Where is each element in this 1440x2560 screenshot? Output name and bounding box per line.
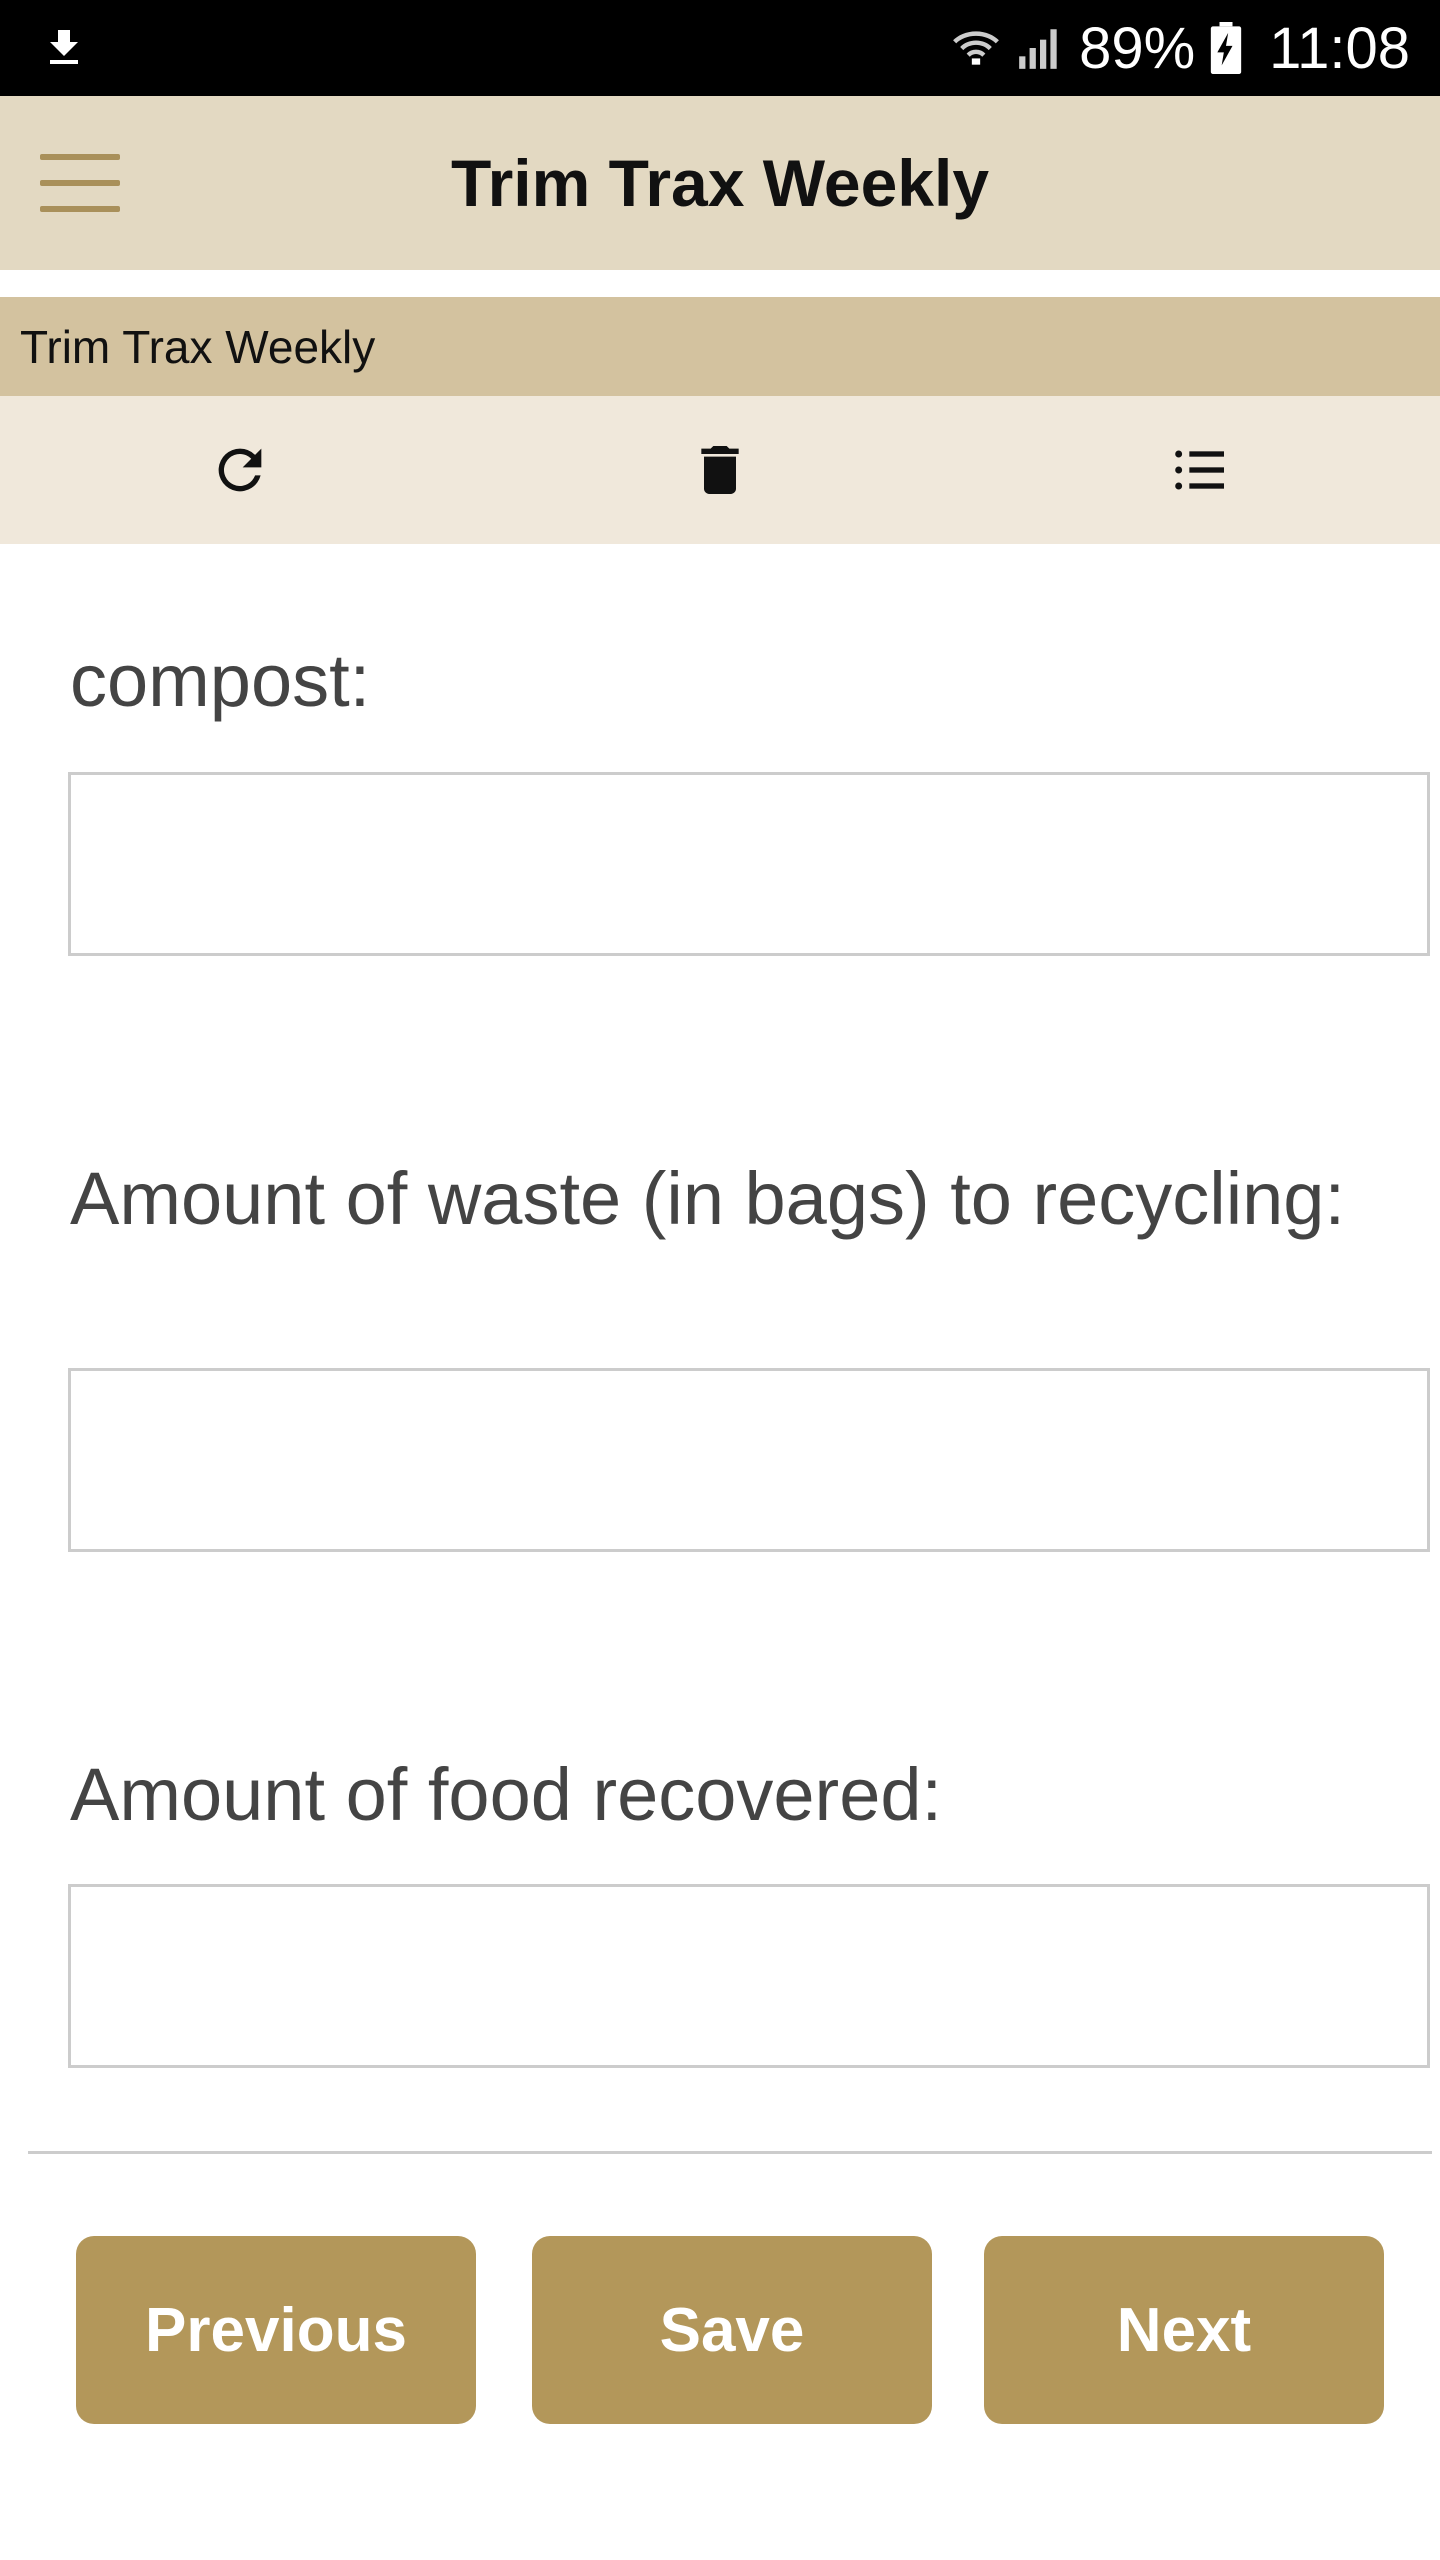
clock: 11:08 xyxy=(1269,15,1410,81)
trash-icon[interactable] xyxy=(688,438,752,502)
app-title: Trim Trax Weekly xyxy=(450,146,990,220)
save-button[interactable]: Save xyxy=(532,2236,932,2424)
previous-button[interactable]: Previous xyxy=(76,2236,476,2424)
compost-label: compost: xyxy=(70,639,371,722)
refresh-icon[interactable] xyxy=(208,438,272,502)
section-header: Trim Trax Weekly xyxy=(0,297,1440,396)
food-recovered-input[interactable] xyxy=(68,1884,1430,2068)
next-button[interactable]: Next xyxy=(984,2236,1384,2424)
status-indicators: 89% 11:08 xyxy=(951,0,1410,96)
food-recovered-label: Amount of food recovered: xyxy=(70,1753,943,1836)
compost-input[interactable] xyxy=(68,772,1430,956)
signal-icon xyxy=(1019,29,1057,69)
recycling-label: Amount of waste (in bags) to recycling: xyxy=(70,1157,1346,1240)
hamburger-menu-icon[interactable] xyxy=(40,154,120,212)
divider xyxy=(28,2151,1432,2154)
action-toolbar xyxy=(0,396,1440,544)
wifi-icon xyxy=(953,31,999,65)
section-title: Trim Trax Weekly xyxy=(20,320,376,373)
app-bar: Trim Trax Weekly xyxy=(0,96,1440,270)
list-icon[interactable] xyxy=(1168,438,1232,502)
recycling-input[interactable] xyxy=(68,1368,1430,1552)
battery-percent: 89% xyxy=(1079,15,1196,81)
battery-charging-icon xyxy=(1210,22,1242,74)
download-icon xyxy=(50,30,78,64)
status-bar: 89% 11:08 xyxy=(0,0,1440,96)
